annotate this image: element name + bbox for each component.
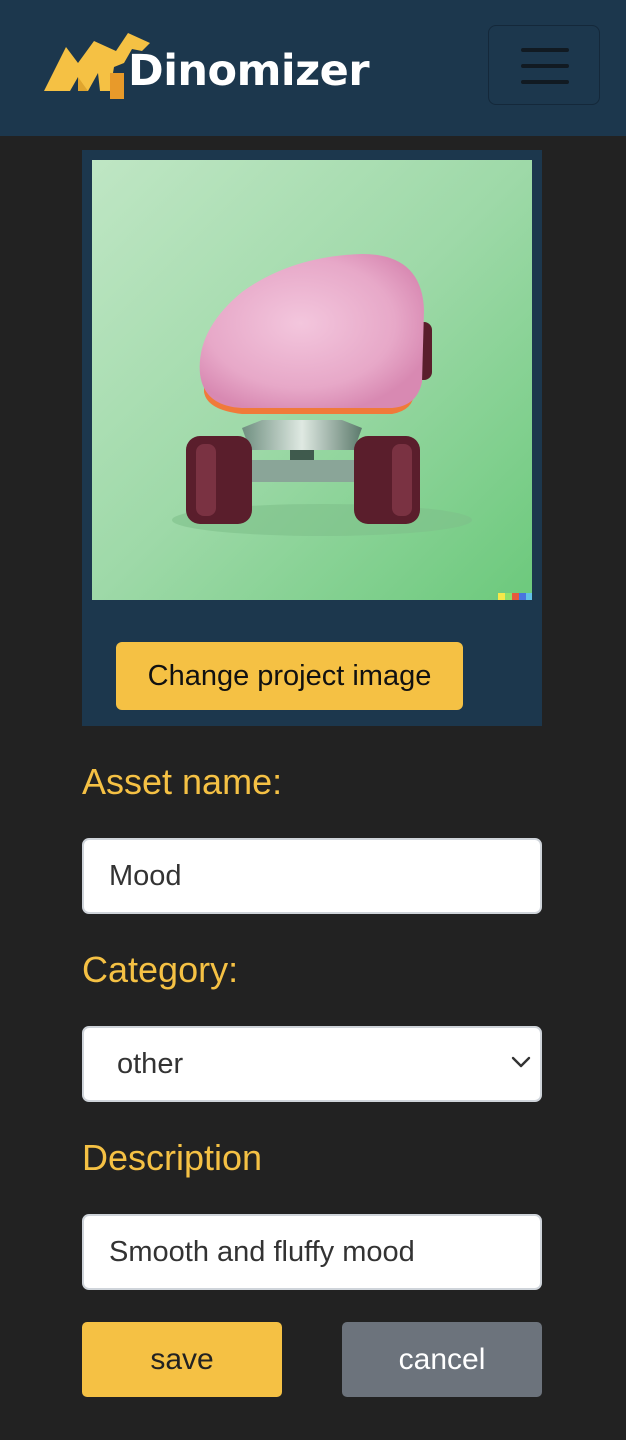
description-label: Description <box>82 1137 263 1178</box>
asset-name-label: Asset name: <box>82 761 283 802</box>
asset-name-input[interactable]: Mood <box>82 838 542 914</box>
project-image <box>92 160 532 600</box>
description-input[interactable]: Smooth and fluffy mood <box>82 1214 542 1290</box>
category-select[interactable]: other <box>82 1026 542 1102</box>
menu-toggle-button[interactable] <box>488 25 600 105</box>
project-image-card: Change project image <box>82 150 542 726</box>
chevron-down-icon <box>511 1056 531 1068</box>
navbar: Dinomizer <box>0 0 626 136</box>
category-label: Category: <box>82 949 239 990</box>
category-selected-value: other <box>117 1048 184 1080</box>
cancel-button[interactable]: cancel <box>342 1322 542 1397</box>
brand-link[interactable]: Dinomizer <box>44 32 370 102</box>
change-project-image-button[interactable]: Change project image <box>116 642 463 710</box>
brand-name: Dinomizer <box>128 46 370 96</box>
save-button[interactable]: save <box>82 1322 282 1397</box>
